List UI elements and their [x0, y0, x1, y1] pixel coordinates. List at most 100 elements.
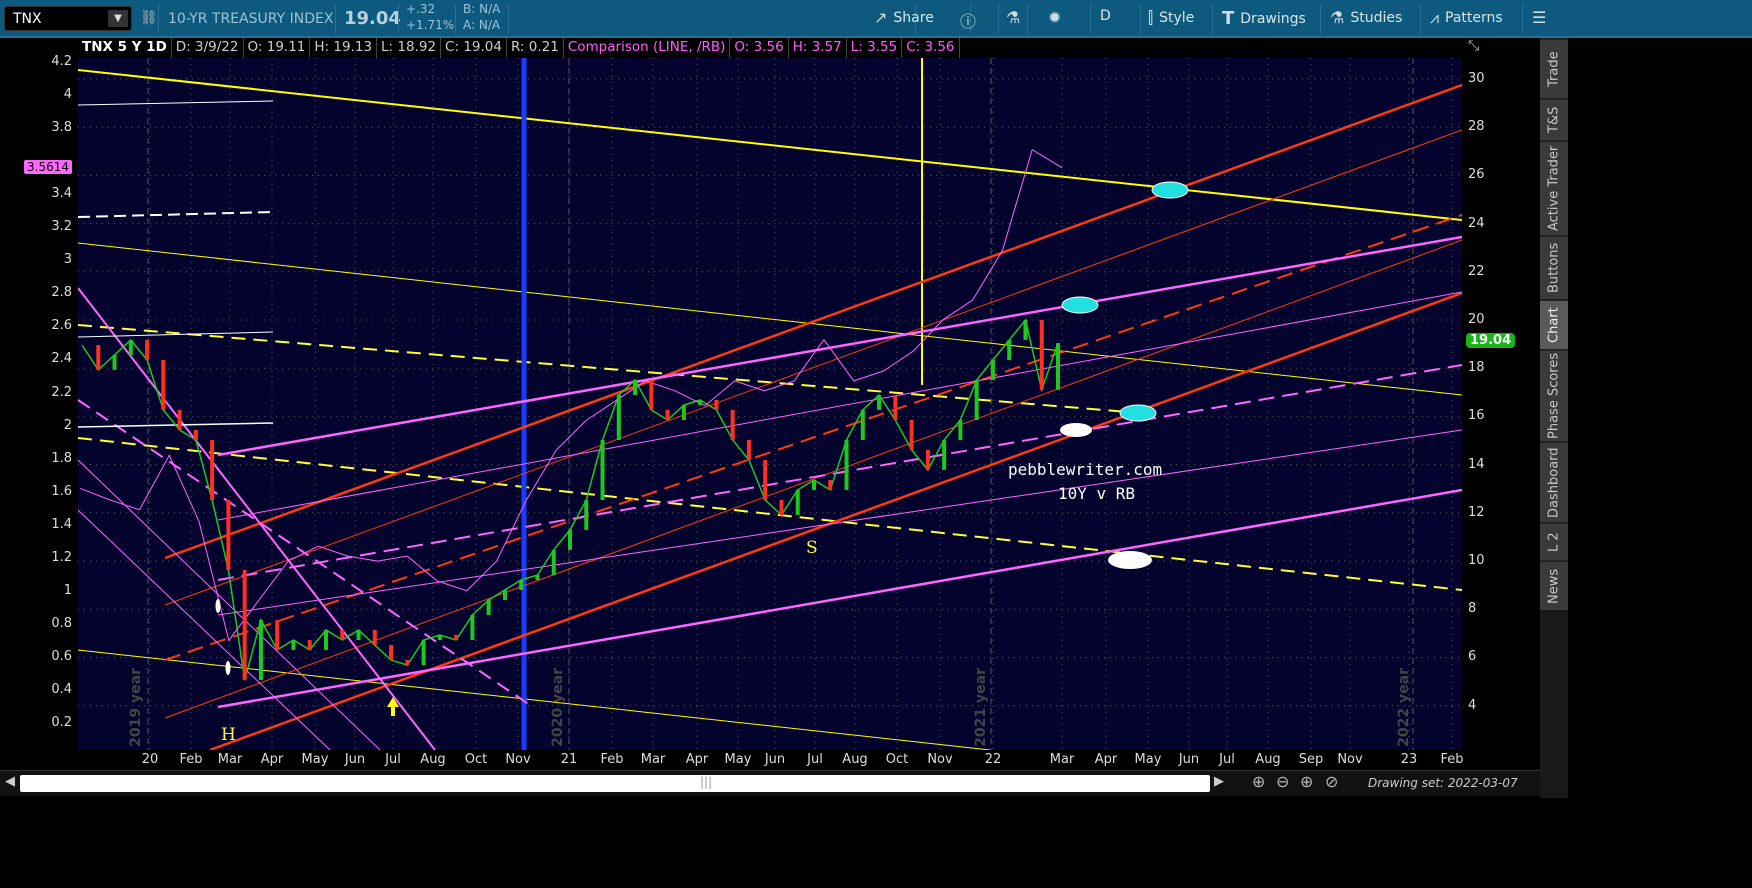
- time-axis-label: May: [301, 752, 329, 767]
- tnx-candle: [925, 449, 930, 470]
- right-axis-tick: 28: [1468, 119, 1485, 135]
- left-axis-tick: 3.2: [51, 219, 72, 235]
- right-axis-tick: 16: [1468, 408, 1485, 424]
- chart-scrollbar[interactable]: ◀ ||| ▶ ⊕ ⊖ ⊕ ⊘ Drawing set: 2022-03-07: [0, 770, 1540, 796]
- drawing-set-label[interactable]: Drawing set: 2022-03-07: [1368, 776, 1518, 790]
- tnx-candle: [600, 440, 605, 501]
- tnx-candle: [454, 634, 459, 641]
- tnx-candle: [1039, 320, 1044, 390]
- time-axis-label: 22: [984, 752, 1002, 767]
- tnx-candle: [551, 549, 556, 575]
- tnx-candle: [812, 480, 816, 490]
- tnx-candle: [860, 409, 865, 441]
- tnx-candle: [909, 420, 914, 450]
- tab-chart[interactable]: Chart: [1540, 299, 1568, 349]
- crosshair-icon[interactable]: ⊕: [1252, 772, 1265, 791]
- tab-buttons[interactable]: Buttons: [1540, 235, 1568, 299]
- tnx-candle: [649, 380, 654, 410]
- marker-white: [225, 661, 231, 675]
- tab-level-2[interactable]: L 2: [1540, 522, 1568, 560]
- tnx-candle: [145, 340, 150, 361]
- right-axis-tick: 12: [1468, 504, 1485, 520]
- scrollbar-thumb[interactable]: |||: [20, 775, 1210, 792]
- tnx-candle: [405, 660, 410, 666]
- tnx-candle: [307, 640, 312, 650]
- trendline-yellow: [78, 69, 1462, 221]
- tab-dashboard[interactable]: Dashboard: [1540, 441, 1568, 522]
- scroll-left-icon[interactable]: ◀: [5, 774, 15, 789]
- tnx-candle: [535, 574, 540, 581]
- right-price-axis[interactable]: 30 28 26 24 22 20 18 16 14 12 10 8 6 4: [1462, 0, 1540, 750]
- left-axis-tick: 0.8: [51, 615, 72, 631]
- tnx-candle: [942, 440, 947, 470]
- tnx-candle: [356, 629, 361, 641]
- tab-trade[interactable]: Trade: [1540, 38, 1568, 98]
- time-axis-label: May: [1134, 752, 1162, 767]
- left-axis-tick: 2.6: [51, 318, 72, 334]
- channel-magenta: [217, 235, 1462, 457]
- time-axis-label: Oct: [464, 752, 488, 767]
- tnx-candle: [437, 634, 442, 641]
- left-axis-tick: 1.6: [51, 483, 72, 499]
- right-axis-tick: 30: [1468, 71, 1485, 86]
- tnx-candle: [470, 614, 475, 641]
- time-axis-label: Mar: [1049, 752, 1075, 767]
- tnx-candle: [665, 409, 670, 421]
- left-axis-tick: 3.4: [51, 186, 72, 202]
- label-s: S: [806, 538, 818, 558]
- time-axis-label: Mar: [640, 752, 666, 767]
- level-white-dashed: [78, 211, 274, 218]
- tnx-candle: [291, 640, 296, 650]
- tnx-candle: [112, 354, 117, 370]
- tnx-candle: [389, 645, 394, 661]
- tab-time-and-sales[interactable]: T&S: [1540, 98, 1568, 140]
- tnx-candle: [242, 569, 247, 681]
- right-axis-tick: 14: [1468, 456, 1485, 472]
- tnx-candle: [502, 589, 507, 601]
- zoom-out-icon[interactable]: ⊖: [1276, 772, 1289, 791]
- level-white: [78, 100, 274, 106]
- time-axis-label: 23: [1400, 752, 1418, 767]
- channel-red-dashed: [164, 214, 1462, 661]
- right-axis-tick: 4: [1468, 697, 1477, 713]
- right-axis-tick: 6: [1468, 649, 1477, 665]
- tnx-candle: [568, 529, 572, 550]
- tnx-current-value: 19.04: [1466, 333, 1516, 348]
- time-axis-label: Jul: [1219, 752, 1235, 767]
- left-axis-tick: 2: [63, 417, 72, 433]
- left-axis-tick: 0.6: [51, 648, 72, 664]
- time-axis-label: 20: [141, 752, 159, 767]
- tnx-candle: [1023, 320, 1028, 341]
- time-axis-label: Nov: [505, 752, 531, 767]
- left-axis-tick: 3: [63, 252, 72, 268]
- right-axis-tick: 20: [1468, 312, 1485, 327]
- channel-magenta-dashed: [217, 364, 1462, 581]
- tnx-candle: [633, 380, 638, 395]
- left-axis-tick: 2.8: [51, 285, 72, 301]
- right-axis-tick: 10: [1468, 553, 1485, 568]
- zoom-in-icon[interactable]: ⊕: [1300, 772, 1313, 791]
- time-axis-label: Feb: [1440, 752, 1464, 767]
- tnx-candle: [698, 400, 703, 406]
- tab-active-trader[interactable]: Active Trader: [1540, 140, 1568, 235]
- left-axis-tick: 1.8: [51, 450, 72, 466]
- time-axis-label: Apr: [685, 752, 709, 767]
- time-axis-label: Jun: [1178, 752, 1200, 767]
- tab-news[interactable]: News: [1540, 560, 1568, 610]
- left-price-axis[interactable]: 4.2 4 3.8 3.4 3.2 3 2.8 2.6 2.4 2.2 2 1.8 1.6 1.4 1.2 1…: [0, 0, 78, 750]
- time-axis-label: Apr: [260, 752, 284, 767]
- tnx-candle: [258, 620, 263, 681]
- zoom-fit-icon[interactable]: ⊘: [1325, 772, 1338, 791]
- time-axis-label: Nov: [1337, 752, 1363, 767]
- tnx-candle: [226, 500, 231, 570]
- tab-phase-scores[interactable]: Phase Scores: [1540, 349, 1568, 441]
- tnx-candle: [844, 440, 849, 490]
- tnx-candle: [584, 500, 589, 530]
- scroll-right-icon[interactable]: ▶: [1214, 774, 1224, 789]
- watermark-site: pebblewriter.com: [1008, 460, 1163, 479]
- left-axis-tick: 2.2: [51, 384, 72, 400]
- time-axis-label: Sep: [1298, 752, 1324, 767]
- time-axis[interactable]: 20 Feb Mar Apr May Jun Jul Aug Oct Nov 21 Feb Mar Apr…: [78, 750, 1464, 770]
- time-axis-label: Nov: [927, 752, 953, 767]
- tnx-candle: [877, 394, 882, 410]
